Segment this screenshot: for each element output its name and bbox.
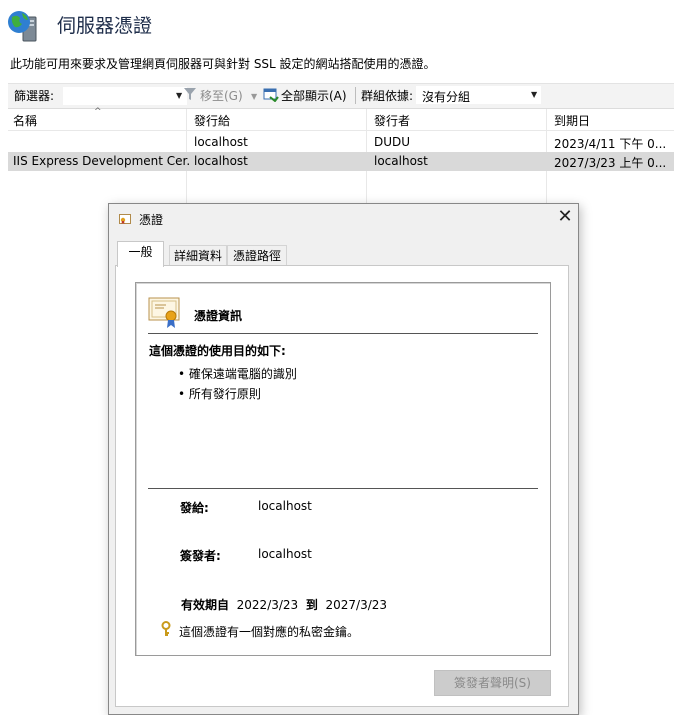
divider (148, 488, 538, 489)
chevron-down-icon[interactable]: ▼ (251, 92, 257, 101)
page-title: 伺服器憑證 (57, 15, 153, 37)
table-row[interactable]: IIS Express Development Cer... localhost… (8, 152, 674, 171)
server-certificate-icon (6, 8, 42, 44)
toolbar: 篩選器: ▼ 移至(G) ▼ 全部顯示(A) 群組依據: 沒有分組 ▼ (8, 83, 674, 109)
column-header-issued-to[interactable]: 發行給 (194, 112, 230, 129)
filter-funnel-icon (184, 88, 196, 104)
list-header: 名稱 ^ 發行給 發行者 到期日 (8, 107, 674, 131)
purpose-item: • 確保遠端電腦的識別 (178, 367, 297, 381)
valid-from-value: 2022/3/23 (236, 598, 299, 612)
cell-expiration: 2023/4/11 下午 0... (554, 137, 667, 151)
cell-issuer: DUDU (374, 135, 411, 149)
page-description: 此功能可用來要求及管理網頁伺服器可與針對 SSL 設定的網站搭配使用的憑證。 (10, 57, 436, 71)
purpose-item-label: 所有發行原則 (188, 387, 261, 401)
tab-details[interactable]: 詳細資料 (169, 245, 227, 266)
header-divider (8, 130, 674, 131)
show-all-button[interactable]: 全部顯示(A) (281, 87, 347, 104)
chevron-down-icon: ▼ (531, 90, 538, 99)
goto-button[interactable]: 移至(G) (200, 87, 243, 104)
certificate-info-box: 憑證資訊 這個憑證的使用目的如下: • 確保遠端電腦的識別 • 所有發行原則 發… (135, 282, 551, 656)
filter-input[interactable]: ▼ (62, 86, 188, 106)
chevron-down-icon: ▼ (176, 91, 183, 100)
purpose-heading: 這個憑證的使用目的如下: (149, 344, 286, 358)
cell-issuer: localhost (374, 154, 428, 168)
valid-to-value: 2027/3/23 (325, 598, 388, 612)
cell-name: IIS Express Development Cer... (13, 154, 191, 168)
cell-issued-to: localhost (194, 154, 248, 168)
cell-expiration: 2027/3/23 上午 0... (554, 156, 667, 170)
issued-by-label: 簽發者: (180, 549, 221, 563)
key-icon (160, 621, 172, 640)
valid-to-label: 到 (305, 598, 318, 612)
tab-panel-general: 憑證資訊 這個憑證的使用目的如下: • 確保遠端電腦的識別 • 所有發行原則 發… (115, 265, 569, 707)
certificate-ribbon-icon (148, 297, 182, 332)
cell-issued-to: localhost (194, 135, 248, 149)
issuer-statement-button[interactable]: 簽發者聲明(S) (434, 670, 551, 696)
issued-to-value: localhost (258, 499, 312, 513)
tab-certification-path[interactable]: 憑證路徑 (227, 245, 287, 266)
validity-period: 有效期自 2022/3/23 到 2027/3/23 (181, 596, 387, 613)
close-icon[interactable]: ✕ (555, 207, 575, 227)
dialog-title: 憑證 (139, 213, 164, 227)
private-key-note: 這個憑證有一個對應的私密金鑰。 (179, 625, 360, 639)
issued-to-label: 發給: (180, 501, 209, 515)
toolbar-divider (355, 87, 356, 104)
certificate-info-title: 憑證資訊 (194, 309, 243, 323)
group-by-select[interactable]: 沒有分組 ▼ (416, 86, 541, 104)
divider (148, 333, 538, 334)
column-header-name[interactable]: 名稱 (13, 112, 37, 129)
sort-ascending-icon: ^ (94, 107, 102, 117)
column-header-expiration[interactable]: 到期日 (554, 112, 590, 129)
table-row[interactable]: localhost DUDU 2023/4/11 下午 0... (8, 133, 674, 152)
purpose-item: • 所有發行原則 (178, 387, 261, 401)
group-by-label: 群組依據: (361, 89, 414, 103)
group-by-value: 沒有分組 (422, 90, 471, 104)
valid-from-label: 有效期自 (181, 598, 230, 612)
certificate-icon (119, 213, 131, 225)
tab-general[interactable]: 一般 (117, 241, 164, 267)
certificate-dialog: 憑證 ✕ 一般 詳細資料 憑證路徑 憑證資訊 這個憑證的使用目的如下: • 確保… (108, 203, 579, 715)
column-header-issuer[interactable]: 發行者 (374, 112, 410, 129)
issued-by-value: localhost (258, 547, 312, 561)
filter-label: 篩選器: (14, 89, 55, 103)
show-all-icon (263, 88, 279, 105)
purpose-item-label: 確保遠端電腦的識別 (188, 367, 297, 381)
